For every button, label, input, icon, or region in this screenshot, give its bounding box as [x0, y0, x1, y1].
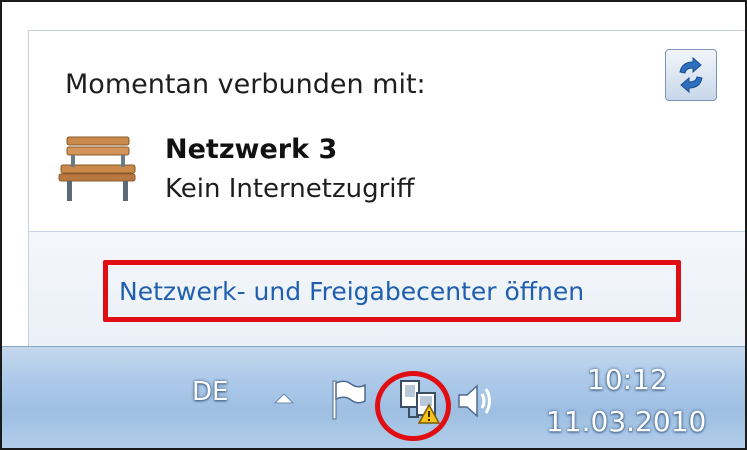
language-indicator[interactable]: DE [192, 377, 228, 407]
connected-heading: Momentan verbunden mit: [65, 69, 426, 100]
network-status: Kein Internetzugriff [165, 174, 415, 204]
screenshot-frame: Momentan verbunden mit: Netzwerk 3 Kein … [0, 0, 747, 450]
network-icon-highlight-circle [375, 371, 451, 441]
network-name: Netzwerk 3 [165, 134, 338, 165]
open-network-center-link[interactable]: Netzwerk- und Freigabecenter öffnen [119, 277, 584, 306]
clock-date[interactable]: 11.03.2010 [546, 405, 706, 438]
park-bench-icon [58, 136, 136, 201]
speaker-icon[interactable] [453, 379, 497, 423]
action-center-flag-icon[interactable] [327, 377, 371, 423]
refresh-button[interactable] [665, 49, 717, 101]
triangle-up-icon[interactable] [273, 391, 295, 405]
network-popup: Momentan verbunden mit: Netzwerk 3 Kein … [28, 30, 745, 346]
clock-time[interactable]: 10:12 [587, 363, 668, 396]
taskbar: DE 10:12 11.03.2010 [2, 346, 745, 448]
refresh-arrows-icon [679, 56, 703, 94]
